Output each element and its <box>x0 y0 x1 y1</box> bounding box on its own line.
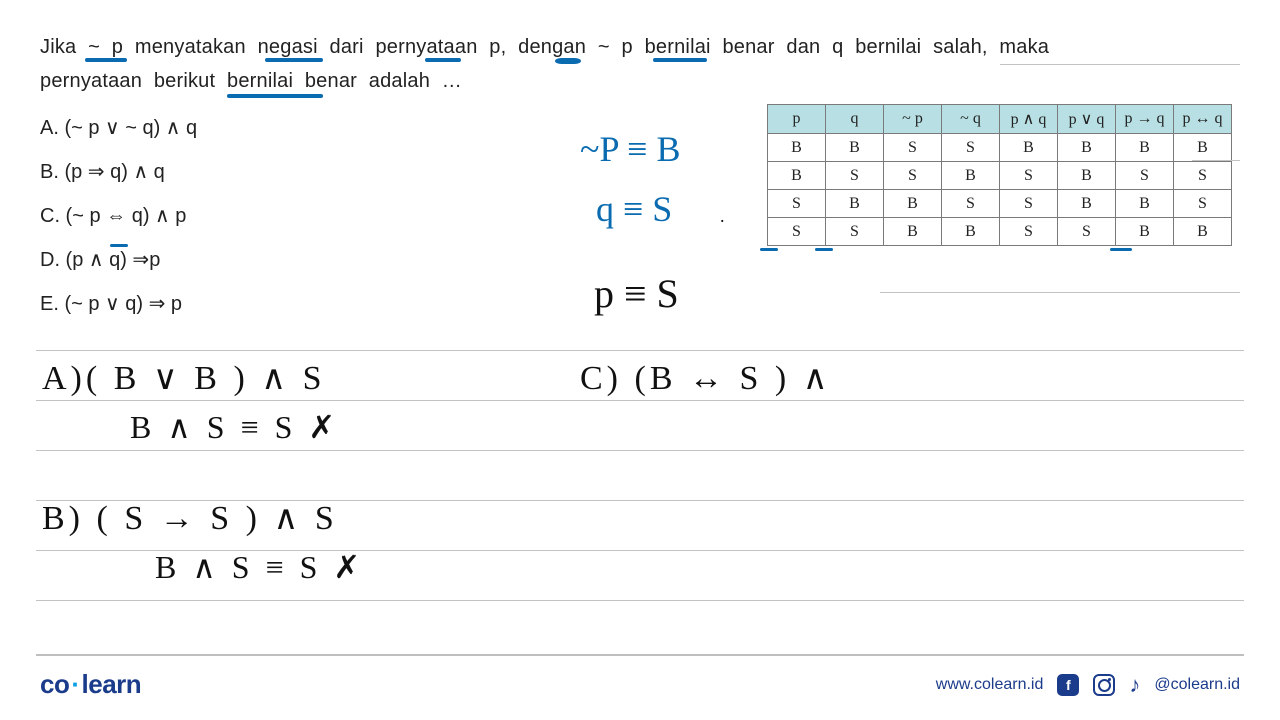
cell: S <box>884 162 942 190</box>
cell: S <box>1174 190 1232 218</box>
ruled-line <box>880 292 1240 293</box>
cell: B <box>826 134 884 162</box>
ruled-line <box>1192 160 1240 161</box>
table-header-row: p q ~ p ~ q p ∧ q p ∨ q p → q p ↔ q <box>768 105 1232 134</box>
cell: S <box>884 134 942 162</box>
instagram-icon <box>1093 674 1115 696</box>
brand-logo: co·learn <box>40 669 141 700</box>
question-line-2: pernyataan berikut bernilai benar adalah… <box>40 64 1240 98</box>
table-row: B S S B S B S S <box>768 162 1232 190</box>
cell: B <box>884 190 942 218</box>
logo-dot-icon: · <box>69 669 81 699</box>
cell: S <box>1000 190 1058 218</box>
footer: co·learn www.colearn.id f ♪ @colearn.id <box>40 669 1240 700</box>
ruled-line <box>36 550 1244 551</box>
cell: B <box>826 190 884 218</box>
cell: S <box>1000 162 1058 190</box>
annotation-underline <box>85 58 127 62</box>
annotation-underline <box>227 94 323 98</box>
annotation-underline <box>265 58 323 62</box>
cell: B <box>1058 134 1116 162</box>
table-row: B B S S B B B B <box>768 134 1232 162</box>
cell: S <box>1174 162 1232 190</box>
handwriting-b-line2: B ∧ S ≡ S ✗ <box>155 548 364 586</box>
cell: B <box>1000 134 1058 162</box>
truth-table: p q ~ p ~ q p ∧ q p ∨ q p → q p ↔ q B B … <box>767 104 1232 246</box>
cell: B <box>942 218 1000 246</box>
cell: B <box>768 134 826 162</box>
handwriting-a-line1: A)( B ∨ B ) ∧ S <box>42 358 326 398</box>
handwriting-c-line: C) (B ↔ S ) ∧ <box>580 358 832 398</box>
cell: B <box>1116 218 1174 246</box>
cell: S <box>1116 162 1174 190</box>
table-row: S B B S S B B S <box>768 190 1232 218</box>
ruled-line <box>36 600 1244 601</box>
cell: S <box>942 190 1000 218</box>
option-e: E. (~ p ∨ q) ⇒ p <box>40 282 1240 326</box>
logo-co: co <box>40 669 69 699</box>
annotation-underline <box>1110 248 1132 251</box>
cell: B <box>1174 134 1232 162</box>
cell: S <box>826 162 884 190</box>
footer-divider <box>36 654 1244 656</box>
ruled-line <box>36 450 1244 451</box>
cell: B <box>1174 218 1232 246</box>
handwriting-a-line2: B ∧ S ≡ S ✗ <box>130 408 339 446</box>
th-q: q <box>826 105 884 134</box>
cell: B <box>884 218 942 246</box>
tiktok-icon: ♪ <box>1129 672 1140 698</box>
annotation-underline <box>653 58 707 62</box>
cell: S <box>768 218 826 246</box>
cell: S <box>1000 218 1058 246</box>
cell: S <box>942 134 1000 162</box>
table-row: S S B B S S B B <box>768 218 1232 246</box>
th-pimpq: p → q <box>1116 105 1174 134</box>
logo-learn: learn <box>82 669 142 699</box>
cell: S <box>768 190 826 218</box>
cell: B <box>1058 162 1116 190</box>
handwriting-b-line1: B) ( S → S ) ∧ S <box>42 498 338 538</box>
cell: B <box>942 162 1000 190</box>
annotation-underline <box>425 58 461 62</box>
ruled-line <box>36 350 1244 351</box>
cell: S <box>826 218 884 246</box>
cell: B <box>1116 134 1174 162</box>
ruled-line <box>1000 64 1240 65</box>
footer-right: www.colearn.id f ♪ @colearn.id <box>936 672 1240 698</box>
th-notq: ~ q <box>942 105 1000 134</box>
footer-url: www.colearn.id <box>936 676 1044 694</box>
facebook-icon: f <box>1057 674 1079 696</box>
annotation-underline <box>815 248 833 251</box>
annotation-underline <box>760 248 778 251</box>
th-p: p <box>768 105 826 134</box>
th-notp: ~ p <box>884 105 942 134</box>
cell: B <box>1116 190 1174 218</box>
annotation-underline <box>555 58 581 64</box>
cell: S <box>1058 218 1116 246</box>
question-line-1: Jika ~ p menyatakan negasi dari pernyata… <box>40 30 1240 64</box>
footer-handle: @colearn.id <box>1154 676 1240 694</box>
cell: B <box>768 162 826 190</box>
th-porq: p ∨ q <box>1058 105 1116 134</box>
ruled-line <box>36 400 1244 401</box>
page-root: Jika ~ p menyatakan negasi dari pernyata… <box>0 0 1280 720</box>
th-pandq: p ∧ q <box>1000 105 1058 134</box>
annotation-underline <box>110 244 128 247</box>
th-piffq: p ↔ q <box>1174 105 1232 134</box>
ruled-line <box>36 500 1244 501</box>
cell: B <box>1058 190 1116 218</box>
